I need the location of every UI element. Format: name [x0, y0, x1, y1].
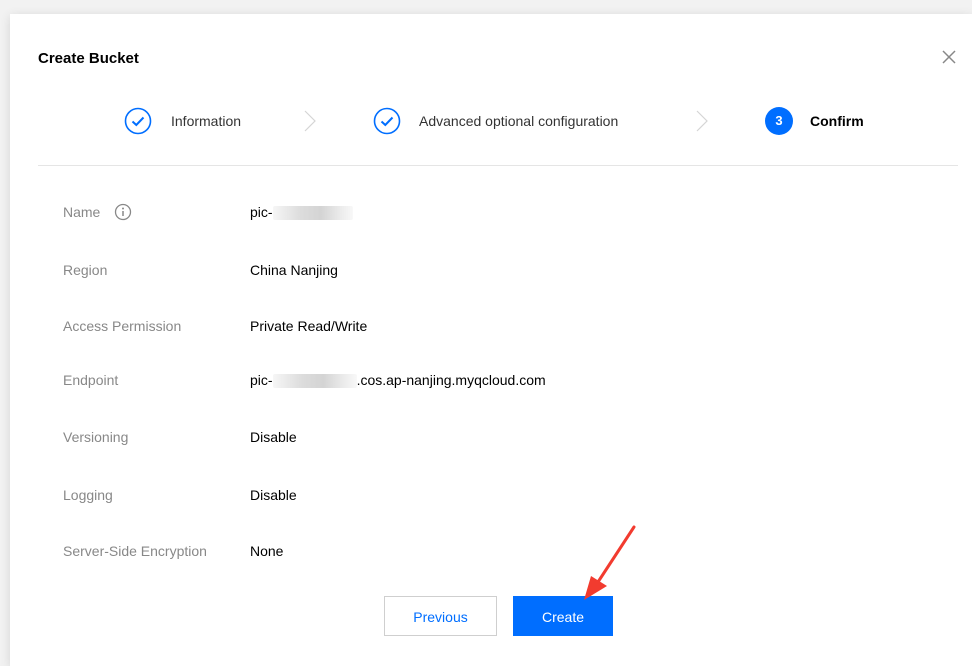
- step-confirm: Confirm: [810, 113, 864, 129]
- field-row-endpoint: Endpoint pic- .cos.ap-nanjing.myqcloud.co…: [10, 370, 972, 390]
- field-row-access: Access Permission Private Read/Write: [10, 316, 972, 336]
- annotation-arrow-icon: [584, 525, 636, 600]
- field-row-region: Region China Nanjing: [10, 260, 972, 280]
- field-label-logging: Logging: [63, 487, 113, 503]
- redacted-bucket-id: [272, 374, 357, 389]
- field-value-endpoint: pic- .cos.ap-nanjing.myqcloud.com: [250, 370, 546, 390]
- field-value-encryption: None: [250, 543, 284, 559]
- stepper: Information Advanced optional configurat…: [10, 14, 972, 164]
- redacted-bucket-id: [272, 206, 353, 221]
- field-row-name: Name pic-: [10, 202, 972, 222]
- field-label-encryption: Server-Side Encryption: [63, 543, 207, 559]
- info-icon[interactable]: [114, 203, 132, 221]
- field-label-name: Name: [63, 204, 101, 220]
- chevron-right-icon: [696, 110, 708, 132]
- divider: [38, 165, 958, 166]
- step-number-badge: 3: [765, 107, 793, 135]
- field-value-logging: Disable: [250, 487, 297, 503]
- check-circle-icon: [124, 107, 152, 135]
- field-value-versioning: Disable: [250, 429, 297, 445]
- check-circle-icon: [373, 107, 401, 135]
- field-label-region: Region: [63, 262, 108, 278]
- field-value-region: China Nanjing: [250, 262, 338, 278]
- field-row-encryption: Server-Side Encryption None: [10, 541, 972, 561]
- bucket-name-prefix: pic-: [250, 204, 273, 220]
- field-row-versioning: Versioning Disable: [10, 427, 972, 447]
- field-row-logging: Logging Disable: [10, 485, 972, 505]
- endpoint-suffix: .cos.ap-nanjing.myqcloud.com: [356, 372, 546, 388]
- field-label-access: Access Permission: [63, 318, 182, 334]
- step-advanced-configuration: Advanced optional configuration: [419, 113, 619, 129]
- field-label-endpoint: Endpoint: [63, 372, 119, 388]
- create-bucket-dialog: Create Bucket Information Advanced optio…: [10, 14, 972, 666]
- field-value-name: pic-: [250, 202, 353, 222]
- field-label-versioning: Versioning: [63, 429, 129, 445]
- chevron-right-icon: [304, 110, 316, 132]
- step-information: Information: [171, 113, 242, 129]
- field-value-access: Private Read/Write: [250, 318, 368, 334]
- previous-button[interactable]: Previous: [384, 596, 497, 636]
- endpoint-prefix: pic-: [250, 372, 273, 388]
